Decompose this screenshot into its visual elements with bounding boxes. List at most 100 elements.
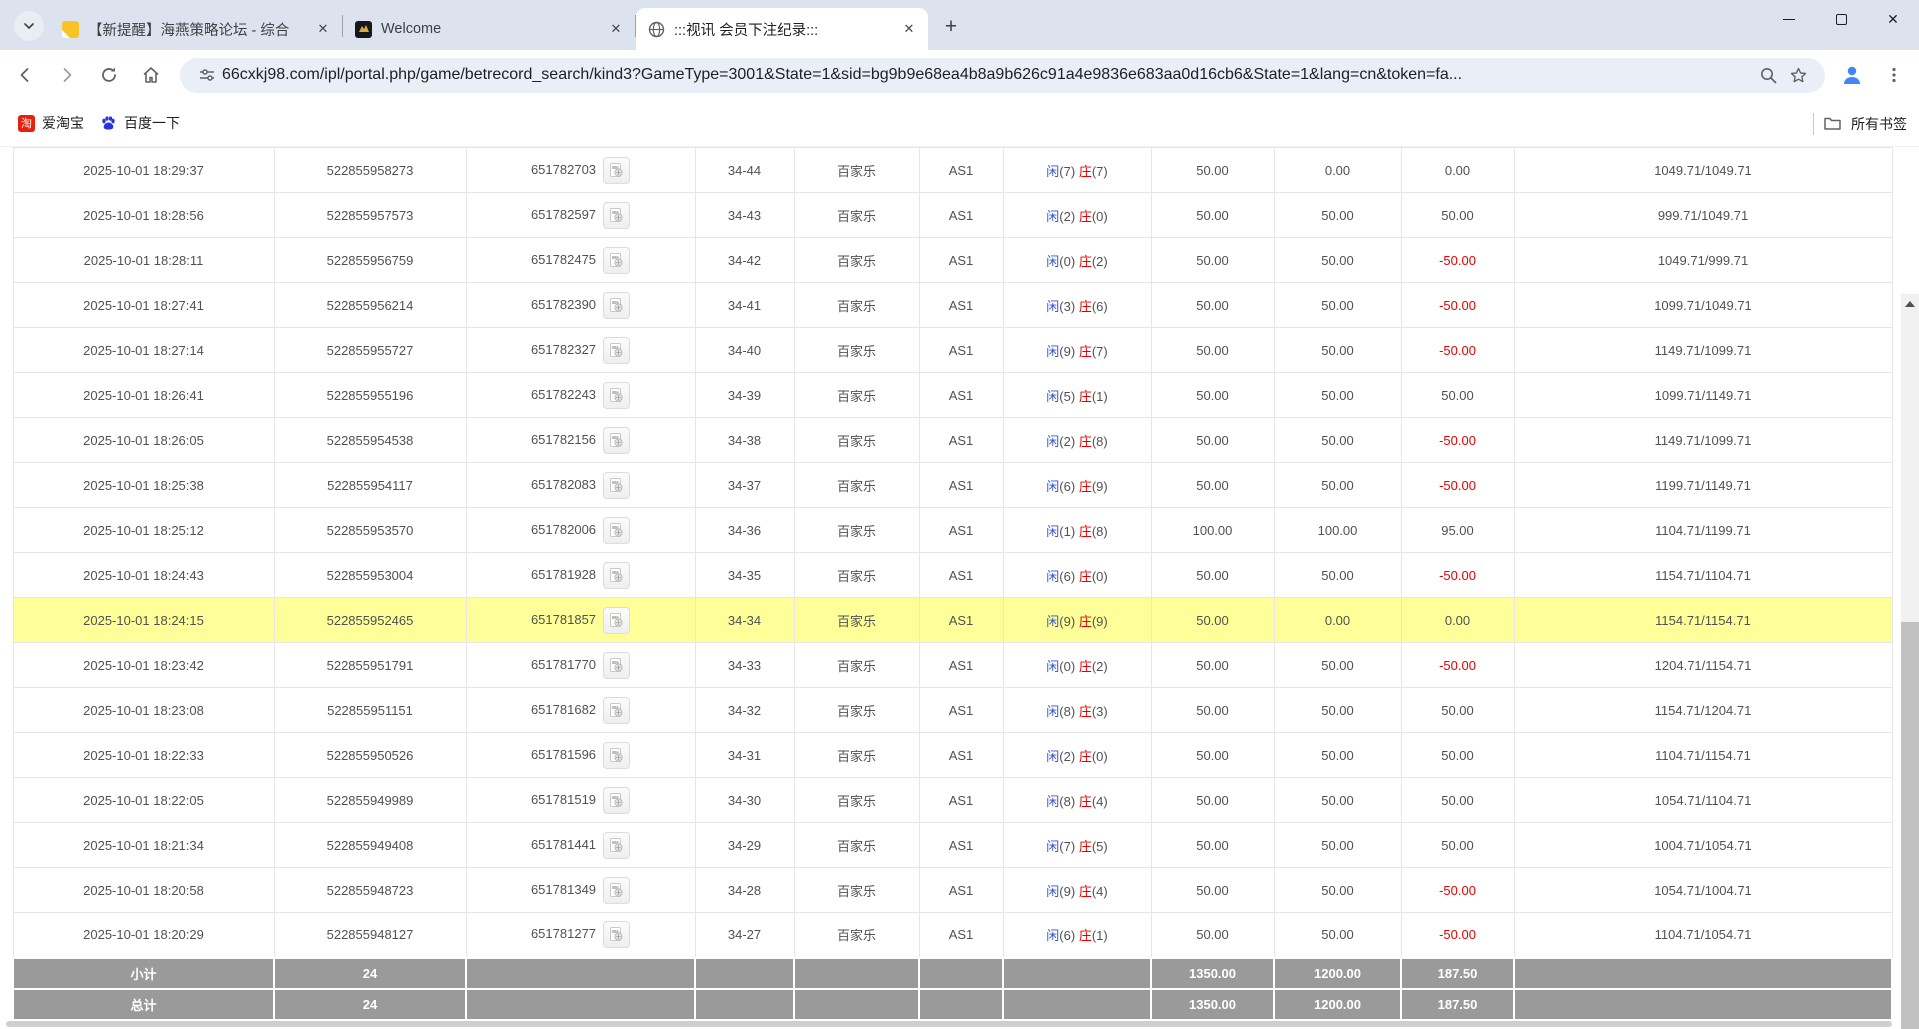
banker-bet-label: 庄 <box>1078 478 1092 494</box>
cell-win-loss: 50.00 <box>1400 822 1515 868</box>
player-bet-count: (9) <box>1059 613 1076 629</box>
cell-session: 651781441 <box>465 822 696 868</box>
video-replay-button[interactable] <box>603 516 631 544</box>
video-replay-button[interactable] <box>603 921 631 949</box>
back-icon[interactable] <box>8 58 42 92</box>
scrollbar-thumb[interactable] <box>1901 622 1919 1029</box>
new-tab-button[interactable]: + <box>936 12 966 42</box>
video-replay-icon <box>610 747 623 762</box>
video-replay-button[interactable] <box>603 831 631 859</box>
cell-bet-amount: 50.00 <box>1150 192 1275 238</box>
session-number: 651782327 <box>530 341 597 357</box>
table-row: 2025-10-01 18:23:08 522855951151 651781682… <box>12 687 1893 733</box>
vertical-scrollbar[interactable] <box>1901 294 1919 1029</box>
summary-row: 小计 24 1350.00 1200.00 187.50 <box>12 956 1893 990</box>
tab-forum[interactable]: 【新提醒】海燕策略论坛 - 综合 ✕ <box>50 8 342 50</box>
video-replay-icon <box>610 432 623 447</box>
cell-win-loss: -50.00 <box>1400 417 1515 463</box>
close-tab-icon[interactable]: ✕ <box>607 20 625 38</box>
video-replay-button[interactable] <box>603 741 631 769</box>
scroll-up-arrow-icon[interactable] <box>1901 294 1919 313</box>
minimize-button[interactable] <box>1763 0 1815 38</box>
session-number: 651781682 <box>530 701 597 717</box>
video-replay-button[interactable] <box>603 381 631 409</box>
zoom-magnifier-icon[interactable] <box>1753 60 1783 90</box>
table-row: 2025-10-01 18:20:58 522855948723 651781349… <box>12 867 1893 913</box>
tab-title: 【新提醒】海燕策略论坛 - 综合 <box>88 22 290 39</box>
tab-bet-records[interactable]: :::视讯 会员下注纪录::: ✕ <box>636 8 928 50</box>
cell-session: 651782327 <box>465 327 696 373</box>
tab-welcome[interactable]: Welcome ✕ <box>343 8 635 50</box>
cell-bet-id: 522855950526 <box>273 732 467 778</box>
kebab-menu-icon[interactable] <box>1877 58 1911 92</box>
bookmark-taobao[interactable]: 淘 爱淘宝 <box>18 113 84 133</box>
bookmark-baidu[interactable]: 百度一下 <box>100 113 180 133</box>
cell-bet-amount: 50.00 <box>1150 147 1275 193</box>
cell-balance: 1149.71/1099.71 <box>1513 327 1893 373</box>
video-replay-button[interactable] <box>603 876 631 904</box>
forward-icon[interactable] <box>50 58 84 92</box>
tab-search-chevron-icon[interactable] <box>14 11 44 41</box>
all-bookmarks-button[interactable]: 所有书签 <box>1851 114 1907 134</box>
video-replay-button[interactable] <box>603 696 631 724</box>
video-replay-button[interactable] <box>603 201 631 229</box>
cell-session: 651782243 <box>465 372 696 418</box>
maximize-button[interactable] <box>1815 0 1867 38</box>
player-bet-count: (8) <box>1059 793 1076 809</box>
cell-session: 651782156 <box>465 417 696 463</box>
video-replay-button[interactable] <box>603 471 631 499</box>
cell-game: 百家乐 <box>793 867 920 913</box>
home-icon[interactable] <box>134 58 168 92</box>
globe-icon <box>648 21 665 38</box>
cell-balance: 1154.71/1104.71 <box>1513 552 1893 598</box>
site-settings-tune-icon[interactable] <box>192 60 222 90</box>
video-replay-button[interactable] <box>603 291 631 319</box>
cell-valid-amount: 50.00 <box>1273 372 1402 418</box>
video-replay-icon <box>610 342 623 357</box>
video-replay-icon <box>610 657 623 672</box>
table-row: 2025-10-01 18:27:14 522855955727 651782327… <box>12 327 1893 373</box>
player-bet-label: 闲 <box>1046 928 1060 944</box>
player-bet-label: 闲 <box>1046 523 1060 539</box>
video-replay-button[interactable] <box>603 336 631 364</box>
player-bet-count: (5) <box>1059 388 1076 404</box>
cell-table: AS1 <box>918 507 1004 553</box>
bet-record-page: 2025-10-01 18:29:37 522855958273 651782703… <box>0 147 1919 1029</box>
video-replay-button[interactable] <box>603 561 631 589</box>
cell-game: 百家乐 <box>793 192 920 238</box>
cell-win-loss: 50.00 <box>1400 372 1515 418</box>
url-bar[interactable]: 66cxkj98.com/ipl/portal.php/game/betreco… <box>180 57 1825 93</box>
video-replay-button[interactable] <box>603 651 631 679</box>
cell-time: 2025-10-01 18:22:05 <box>12 777 275 823</box>
video-replay-button[interactable] <box>603 426 631 454</box>
video-replay-button[interactable] <box>603 246 631 274</box>
close-tab-icon[interactable]: ✕ <box>314 20 332 38</box>
cell-valid-amount: 50.00 <box>1273 867 1402 913</box>
bookmark-star-icon[interactable] <box>1783 60 1813 90</box>
summary-cell <box>1513 956 1893 990</box>
cell-bets: 闲(2) 庄(0) <box>1002 732 1152 778</box>
cell-round: 34-30 <box>694 777 795 823</box>
cell-time: 2025-10-01 18:28:11 <box>12 237 275 283</box>
url-text[interactable]: 66cxkj98.com/ipl/portal.php/game/betreco… <box>222 66 1753 84</box>
profile-avatar-icon[interactable] <box>1835 58 1869 92</box>
video-replay-button[interactable] <box>603 786 631 814</box>
cell-time: 2025-10-01 18:23:08 <box>12 687 275 733</box>
video-replay-button[interactable] <box>603 156 631 184</box>
banker-bet-label: 庄 <box>1078 433 1092 449</box>
cell-table: AS1 <box>918 777 1004 823</box>
player-bet-label: 闲 <box>1046 793 1060 809</box>
banker-bet-label: 庄 <box>1078 568 1092 584</box>
cell-game: 百家乐 <box>793 282 920 328</box>
session-number: 651782156 <box>530 431 597 447</box>
video-replay-button[interactable] <box>603 606 631 634</box>
session-number: 651782083 <box>530 476 597 492</box>
reload-icon[interactable] <box>92 58 126 92</box>
horizontal-scrollbar[interactable] <box>6 1021 1892 1027</box>
table-row: 2025-10-01 18:23:42 522855951791 651781770… <box>12 642 1893 688</box>
cell-valid-amount: 50.00 <box>1273 282 1402 328</box>
close-tab-icon[interactable]: ✕ <box>900 20 918 38</box>
close-window-button[interactable]: ✕ <box>1867 0 1919 38</box>
cell-round: 34-32 <box>694 687 795 733</box>
cell-session: 651781857 <box>465 597 696 643</box>
